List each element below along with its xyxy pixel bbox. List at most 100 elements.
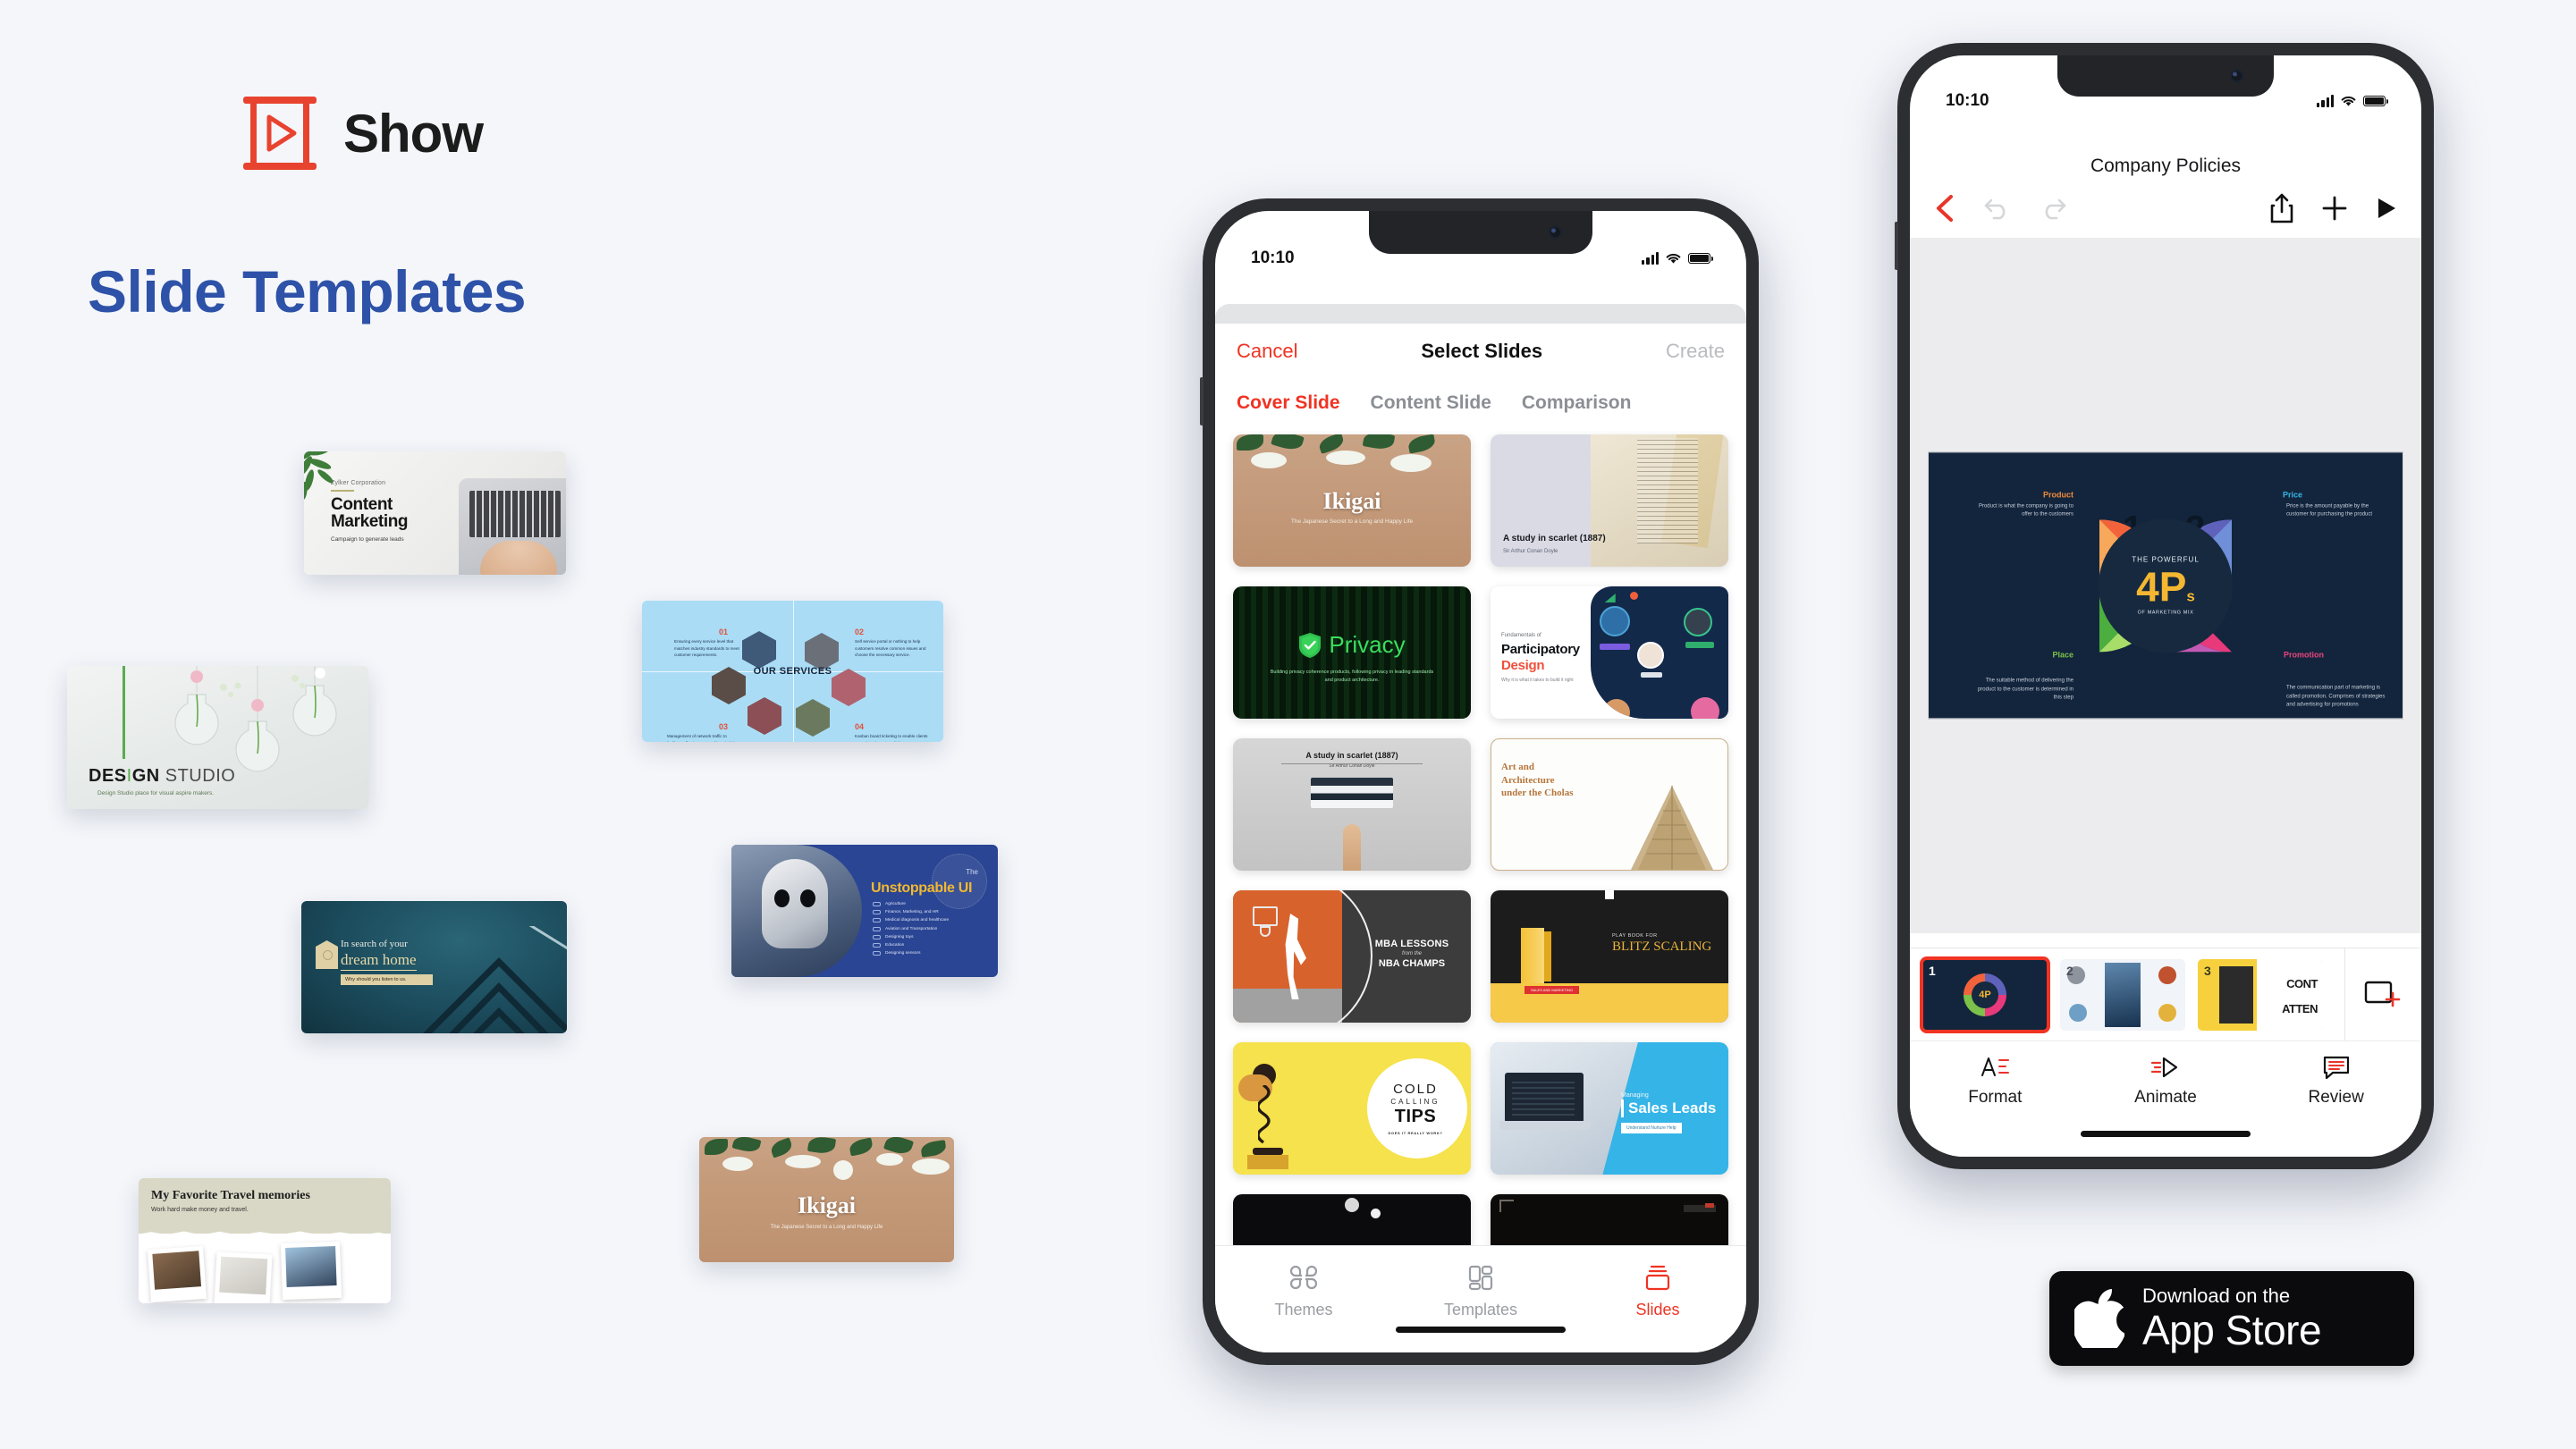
thumb-subtitle: Building privacy coherence products, fol… [1270, 670, 1434, 683]
slide-thumb-mba-lessons[interactable]: MBA LESSONS from the NBA CHAMPS [1233, 890, 1471, 1023]
template-card-ikigai[interactable]: Ikigai The Japanese Secret to a Long and… [699, 1137, 954, 1262]
add-slide-icon [2364, 981, 2400, 1007]
template-card-travel-memories[interactable]: My Favorite Travel memories Work hard ma… [139, 1178, 391, 1303]
page-title: Slide Templates [88, 258, 527, 324]
thumb-title-line3: TIPS [1394, 1107, 1437, 1126]
tab-format[interactable]: Format [1910, 1041, 2081, 1157]
plus-icon[interactable] [2321, 195, 2348, 222]
redo-arrow-icon[interactable] [2039, 197, 2067, 220]
bullet-icon [873, 910, 881, 915]
animate-arrow-icon [2150, 1057, 2178, 1078]
slide-thumb-study-scarlet-hand[interactable]: A study in scarlet (1887) Sir Arthur Con… [1233, 738, 1471, 871]
tab-slides[interactable]: Slides [1569, 1246, 1746, 1352]
thumb-title-line2: Architecture [1501, 774, 1555, 786]
slide-thumb-blitz-scaling[interactable]: PLAY BOOK FOR BLITZ SCALING SALES AND MA… [1491, 890, 1728, 1023]
create-button[interactable]: Create [1666, 340, 1725, 363]
slide-thumb-cold-calling-tips[interactable]: COLD CALLING TIPS DOES IT REALLY WORK? [1233, 1042, 1471, 1175]
template-card-dream-home[interactable]: In search of your dream home Why should … [301, 901, 567, 1033]
chevron-left-icon[interactable] [1933, 193, 1956, 223]
bullet-icon [873, 902, 881, 906]
card-center-label: OUR SERVICES [753, 666, 832, 677]
tab-comparison[interactable]: Comparison [1522, 392, 1632, 414]
slide-canvas-area[interactable]: 1 2 3 4 THE POWERFUL 4Ps OF MARKETING MI… [1910, 238, 2421, 933]
tab-cover-slide[interactable]: Cover Slide [1237, 392, 1340, 414]
bullet-label: Finance, Marketing, and HR [885, 910, 939, 915]
filmstrip-number: 3 [2204, 963, 2211, 978]
slide-thumb-dark-left[interactable] [1233, 1194, 1471, 1245]
tab-label: Templates [1443, 1301, 1518, 1318]
phone-select-slides: 10:10 Cancel Select Slides Create Cover … [1200, 198, 1759, 1365]
thumb-subtitle: The Japanese Secret to a Long and Happy … [1290, 518, 1414, 525]
tab-review[interactable]: Review [2251, 1041, 2421, 1157]
status-time: 10:10 [1251, 249, 1295, 267]
tab-label: Slides [1635, 1301, 1680, 1318]
sheet-drag-handle[interactable] [1215, 304, 1746, 324]
notch [1369, 211, 1592, 254]
filmstrip-slide-1[interactable]: 1 4P [1920, 956, 2050, 1033]
center-footer: OF MARKETING MIX [2137, 610, 2194, 616]
polaroid-photo-2 [214, 1251, 273, 1303]
service-num-1: 01 [719, 628, 729, 636]
clover-grid-icon [1289, 1265, 1318, 1290]
home-badge-icon [316, 940, 338, 969]
tab-themes[interactable]: Themes [1215, 1246, 1392, 1352]
quadrant-label-1: Product [2042, 490, 2073, 500]
quadrant-text-1: Product is what the company is going to … [1978, 503, 2073, 518]
tab-label: Format [1968, 1088, 2023, 1107]
filmstrip-number: 1 [1929, 963, 1936, 978]
bullet-label: Agriculture [885, 902, 906, 906]
slide-thumb-sales-leads[interactable]: Managing Sales Leads Understand Nurture … [1491, 1042, 1728, 1175]
quadrant-label-2: Price [2282, 490, 2302, 500]
tab-content-slide[interactable]: Content Slide [1371, 392, 1491, 414]
add-slide-button[interactable] [2344, 948, 2421, 1040]
bullet-icon [873, 918, 881, 923]
bullet-label: Medical diagnosis and healthcare [885, 918, 950, 923]
bullet-label: Aviation and Transportation [885, 926, 938, 931]
play-triangle-icon[interactable] [2375, 196, 2398, 221]
slide-thumb-study-scarlet-book[interactable]: A study in scarlet (1887) Sir Arthur Con… [1491, 434, 1728, 567]
card-corp: Zylker Corporation [331, 480, 386, 486]
review-comment-icon [2323, 1056, 2349, 1080]
card-subtitle: Campaign to generate leads [331, 535, 404, 543]
person-hex-3 [712, 667, 746, 704]
filmstrip-slide-2[interactable]: 2 [2060, 958, 2185, 1031]
slide-filmstrip[interactable]: 1 4P 2 3 CONT ATTEN [1910, 948, 2421, 1040]
slide-template-grid[interactable]: Ikigai The Japanese Secret to a Long and… [1215, 431, 1746, 1245]
thumb-subtitle: DOES IT REALLY WORK? [1388, 1131, 1443, 1135]
slide-thumb-ikigai[interactable]: Ikigai The Japanese Secret to a Long and… [1233, 434, 1471, 567]
slide-thumb-art-architecture[interactable]: Art and Architecture under the Cholas [1491, 738, 1728, 871]
status-bar: 10:10 [1910, 91, 2421, 111]
filmstrip-number: 2 [2066, 963, 2073, 978]
thumb-title: BLITZ SCALING [1612, 939, 1712, 954]
card-title: My Favorite Travel memories [151, 1189, 310, 1202]
person-hex-4 [832, 669, 866, 706]
undo-arrow-icon[interactable] [1983, 197, 2012, 220]
temple-photo [1631, 786, 1713, 870]
person-hex-5 [747, 697, 781, 735]
template-card-unstoppable-ui[interactable]: The Unstoppable UI Agriculture Finance, … [731, 845, 998, 977]
service-text-3: Management of network traffic to facilit… [667, 734, 737, 742]
polaroid-photo-1 [148, 1245, 207, 1303]
card-line2: dream home [341, 951, 417, 971]
wifi-icon [1666, 253, 1681, 264]
bottom-tab-bar: Themes Templates Slides [1215, 1245, 1746, 1352]
thumb-subtitle: Sir Arthur Conan Doyle [1503, 549, 1558, 554]
cancel-button[interactable]: Cancel [1237, 340, 1297, 363]
share-upload-icon[interactable] [2269, 193, 2294, 223]
tab-animate[interactable]: Animate [2081, 1041, 2251, 1157]
slide-thumb-privacy[interactable]: Privacy Building privacy coherence produ… [1233, 586, 1471, 719]
slide-thumb-participatory-design[interactable]: Fundamentals of Participatory Design Why… [1491, 586, 1728, 719]
tab-templates[interactable]: Templates [1392, 1246, 1569, 1352]
bullet-label: Education [885, 942, 905, 948]
card-title: Ikigai [797, 1192, 857, 1218]
template-card-design-studio[interactable]: DESIGN STUDIO Design Studio place for vi… [67, 666, 368, 809]
card-kicker: The [966, 868, 978, 876]
template-card-content-marketing[interactable]: Zylker Corporation Content Marketing Cam… [304, 451, 566, 575]
divider [331, 490, 354, 492]
card-title-line2: Marketing [331, 512, 409, 532]
slide-thumb-dark-right[interactable] [1491, 1194, 1728, 1245]
template-card-our-services[interactable]: OUR SERVICES 01 Ensuring every service l… [642, 601, 943, 742]
slide-four-ps[interactable]: 1 2 3 4 THE POWERFUL 4Ps OF MARKETING MI… [1928, 451, 2403, 720]
app-store-badge[interactable]: Download on the App Store [2049, 1271, 2414, 1366]
filmstrip-slide-3[interactable]: 3 CONT ATTEN [2198, 958, 2323, 1031]
